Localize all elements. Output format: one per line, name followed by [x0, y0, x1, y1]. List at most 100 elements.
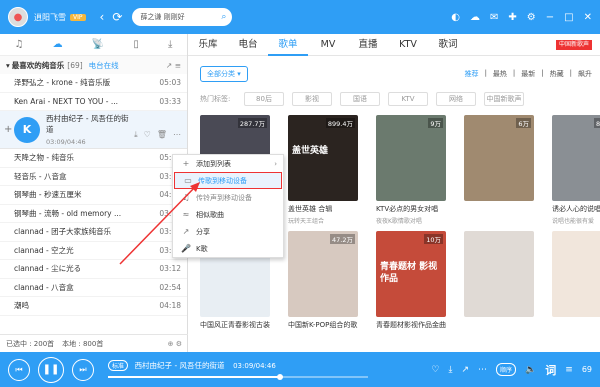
sort-recommend[interactable]: 推荐 [465, 69, 479, 79]
card-title[interactable]: KTV必点的男女对唱 [376, 204, 446, 214]
promo-badge[interactable]: 中国新歌声 [555, 39, 592, 50]
cloud-icon[interactable]: ☁ [470, 12, 480, 23]
list-item[interactable]: 钢琴曲 - 秒速五厘米 04:02 [0, 186, 187, 205]
tag-internet[interactable]: 网络 [436, 92, 476, 106]
music-note-icon[interactable]: ♫ [15, 39, 24, 50]
minimize-icon[interactable]: − [546, 12, 554, 23]
list-item[interactable]: Ken Arai - NEXT TO YOU - ... 03:33 [0, 93, 187, 111]
cloud-list-icon[interactable]: ☁ [53, 39, 63, 50]
playlist-cover[interactable] [552, 231, 600, 317]
sort-collected[interactable]: 热藏 [550, 69, 564, 79]
pause-icon[interactable]: ❚❚ [38, 356, 64, 383]
tag-mandarin[interactable]: 国语 [340, 92, 380, 106]
playlist-cover[interactable]: 47.2万 [288, 231, 358, 317]
playlist-card[interactable]: 86.2万诱必人心的说唱情歌说唱也能很有爱 [552, 115, 600, 225]
mail-icon[interactable]: ✉ [490, 12, 498, 23]
playlist-cover[interactable] [464, 231, 534, 317]
menu-similar-songs[interactable]: ≈ 相似歌曲 [173, 206, 283, 223]
card-title[interactable]: 盖世英雄 合辑 [288, 204, 358, 214]
playlist-cover[interactable]: 6万 [464, 115, 534, 201]
list-item[interactable]: clannad - 八音盒 02:54 [0, 279, 187, 297]
card-title[interactable]: 中国新K-POP组合的歌曲 [288, 320, 358, 330]
user-avatar[interactable]: ● [8, 7, 28, 27]
list-item[interactable]: clannad - 空之光 03:08 [0, 242, 187, 260]
menu-send-to-device[interactable]: ▭ 传歌到移动设备 [174, 172, 282, 189]
tag-voice-of-china[interactable]: 中国新歌声 [484, 92, 524, 106]
card-title[interactable]: 青春题材影视作品金曲 [376, 320, 446, 330]
gift-icon[interactable]: ✚ [508, 12, 516, 23]
tab-ktv[interactable]: KTV [388, 34, 428, 56]
tab-mv[interactable]: MV [308, 34, 348, 56]
username[interactable]: 逍阳飞雪 [34, 12, 66, 23]
list-item[interactable]: clannad - 尘に光る 03:12 [0, 260, 187, 279]
quality-badge[interactable]: 标准 [108, 359, 129, 371]
share-icon[interactable]: ↗ [461, 365, 469, 375]
playlist-card[interactable] [552, 231, 600, 330]
menu-karaoke[interactable]: 🎤 K歌 [173, 240, 283, 257]
playlist-card[interactable] [464, 231, 534, 330]
close-icon[interactable]: ✕ [584, 12, 592, 23]
playlist-card[interactable]: 47.2万中国新K-POP组合的歌曲 [288, 231, 358, 330]
settings-icon[interactable]: ⚙ [527, 12, 536, 23]
download-song-icon[interactable]: ⤓ [449, 365, 453, 375]
sort-hot[interactable]: 最热 [493, 69, 507, 79]
playlist-menu-icon[interactable]: ↗ ≡ [166, 61, 181, 70]
download-icon[interactable]: ⤓ [168, 39, 172, 50]
collapse-icon[interactable]: ▾ [6, 61, 10, 70]
play-mode-button[interactable]: 顺序 [496, 363, 517, 376]
list-item[interactable]: 天降之物 - 纯音乐 05:15 [0, 149, 187, 168]
tag-ktv[interactable]: KTV [388, 92, 428, 106]
back-icon[interactable]: ‹ [100, 10, 105, 24]
favorite-icon[interactable]: ♡ [431, 365, 439, 375]
add-icon[interactable]: + [4, 124, 14, 135]
list-item[interactable]: 潮鸣 04:18 [0, 297, 187, 316]
sort-rising[interactable]: 飙升 [578, 69, 592, 79]
more-options-icon[interactable]: ⋯ [478, 365, 487, 375]
list-item[interactable]: clannad - 团子大家族纯音乐 03:31 [0, 223, 187, 242]
refresh-icon[interactable]: ⟳ [112, 10, 122, 24]
delete-icon[interactable]: 🗑 [157, 130, 167, 140]
search-icon[interactable]: ⌕ [221, 12, 226, 22]
progress-knob[interactable] [276, 373, 283, 380]
previous-icon[interactable]: ⏮ [8, 358, 30, 381]
search-input[interactable]: 薛之谦 刚刚好 ⌕ [132, 8, 233, 26]
playlist-cover[interactable]: 10万 青春题材 影视作品 [376, 231, 446, 317]
playlist-cover[interactable]: 899.4万 盖世英雄 [288, 115, 358, 201]
playlist-card[interactable]: 10万 青春题材 影视作品青春题材影视作品金曲 [376, 231, 446, 330]
playlist-header[interactable]: ▾ 最喜欢的纯音乐 [69] 电台在线 ↗ ≡ [0, 56, 187, 74]
tab-radio[interactable]: 电台 [228, 34, 268, 56]
list-item[interactable]: 轻音乐 - 八音盒 03:53 [0, 168, 187, 186]
tab-library[interactable]: 乐库 [188, 34, 228, 56]
lyrics-button[interactable]: 词 [545, 362, 556, 378]
card-title[interactable]: 诱必人心的说唱情歌 [552, 204, 600, 214]
tag-80s[interactable]: 80后 [244, 92, 284, 106]
volume-icon[interactable]: 🔈 [525, 365, 536, 375]
menu-send-ringtone[interactable]: ♫ 传铃声到移动设备 [173, 189, 283, 206]
menu-share[interactable]: ↗ 分享 [173, 223, 283, 240]
queue-icon[interactable]: ≡ [565, 365, 573, 375]
all-categories-button[interactable]: 全部分类 ▾ [200, 66, 248, 82]
tab-lyrics[interactable]: 歌词 [428, 34, 468, 56]
playlist-cover[interactable]: 9万 [376, 115, 446, 201]
download-row-icon[interactable]: ⤓ [134, 130, 138, 140]
playlist-card[interactable]: 899.4万 盖世英雄 盖世英雄 合辑 玩转天王组合 [288, 115, 358, 225]
like-icon[interactable]: ♡ [144, 130, 151, 140]
card-title[interactable]: 中国风正青春影视古装歌曲 [200, 320, 270, 330]
more-icon[interactable]: ⋯ [173, 130, 181, 140]
playlist-card[interactable]: 9万 KTV必点的男女对唱 夜夜K歌情歌对唱 [376, 115, 446, 225]
maximize-icon[interactable]: □ [564, 12, 573, 23]
footer-tools-icon[interactable]: ⊕ ⚙ [168, 340, 182, 348]
online-link[interactable]: 电台在线 [89, 60, 119, 71]
tab-live[interactable]: 直播 [348, 34, 388, 56]
next-icon[interactable]: ⏭ [72, 358, 94, 381]
sort-new[interactable]: 最新 [521, 69, 535, 79]
playlist-card[interactable]: 6万 [464, 115, 534, 225]
radio-icon[interactable]: 📡 [92, 39, 104, 50]
list-item[interactable]: 泽野弘之 - krone - 纯音乐版 05:03 [0, 74, 187, 93]
menu-add-to-list[interactable]: + 添加到列表 › [173, 155, 283, 172]
tag-film[interactable]: 影视 [292, 92, 332, 106]
playlist-cover[interactable]: 86.2万 [552, 115, 600, 201]
progress-bar[interactable] [108, 373, 368, 380]
theme-icon[interactable]: ◐ [451, 12, 460, 23]
mobile-icon[interactable]: ▯ [133, 39, 139, 50]
